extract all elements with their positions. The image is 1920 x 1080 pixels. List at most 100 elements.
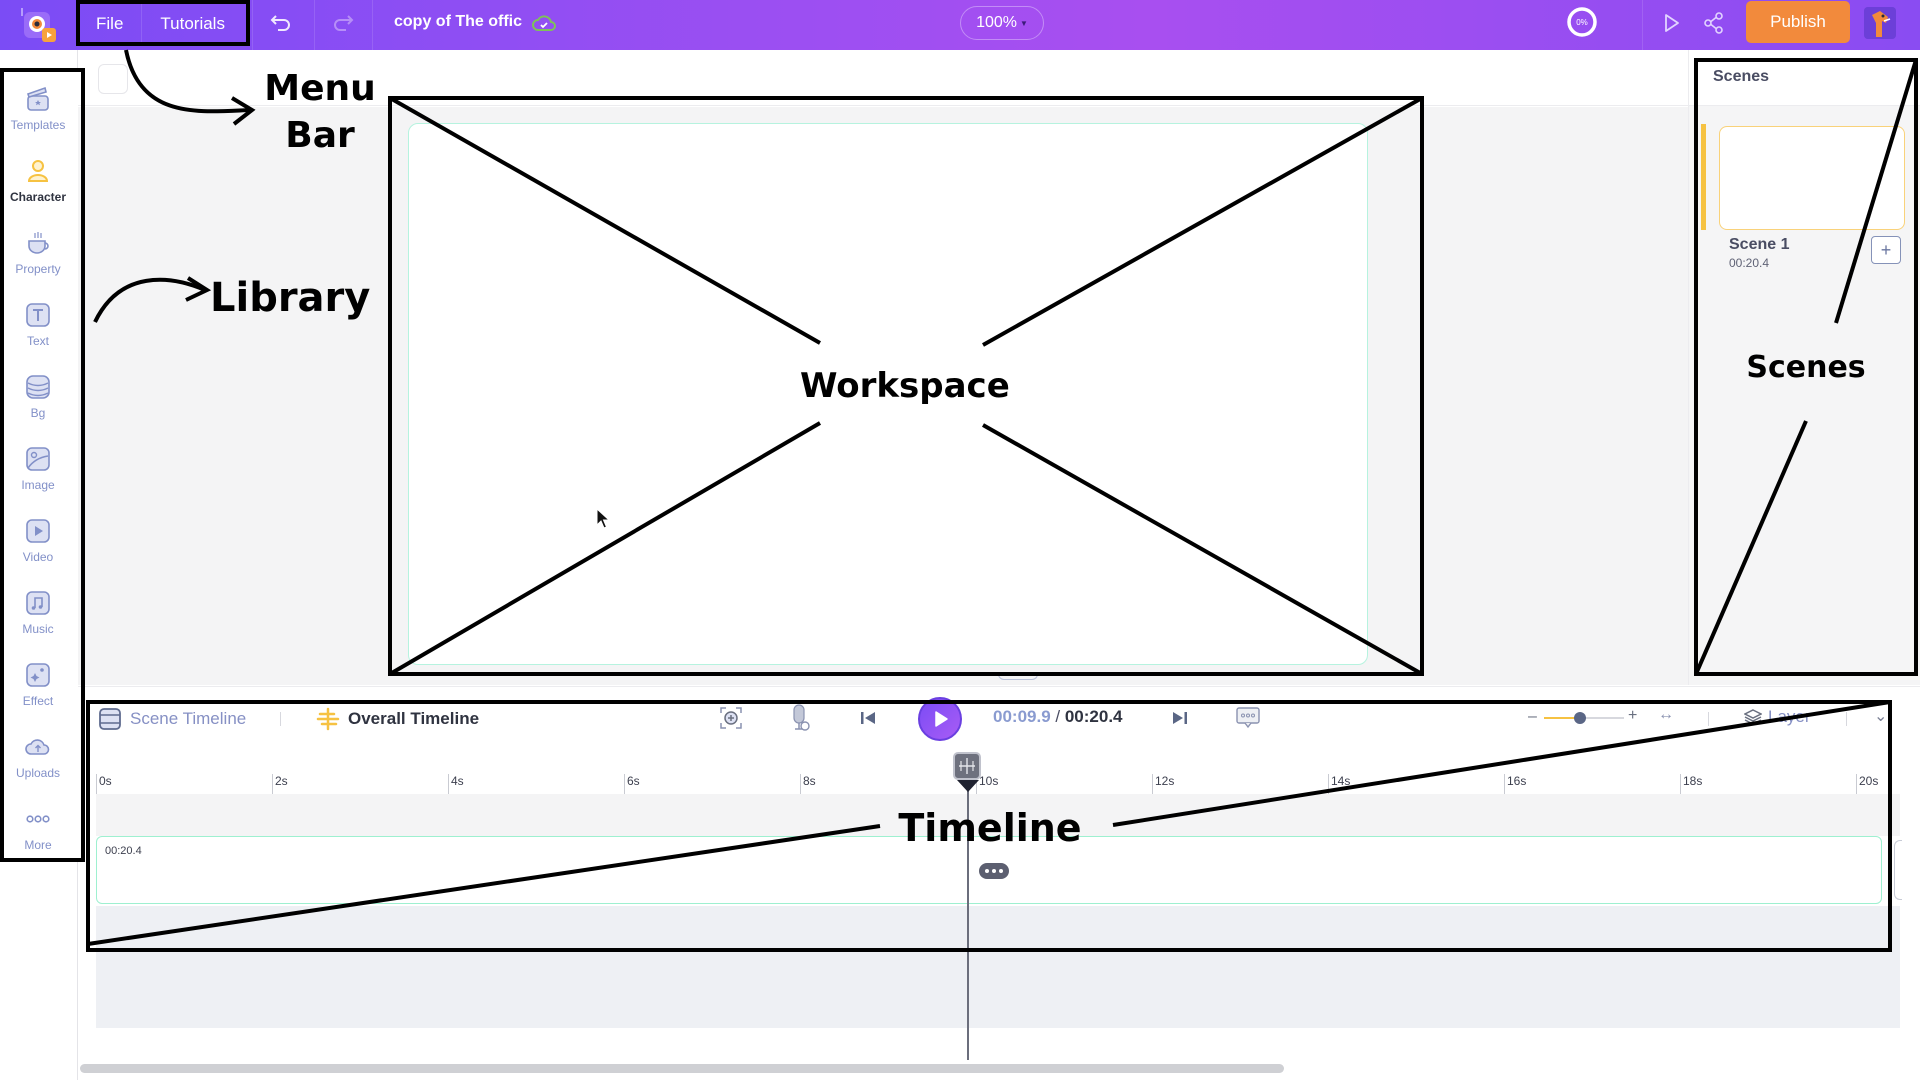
sidebar-label: Property [15, 262, 61, 276]
avatar[interactable] [1864, 7, 1896, 39]
time-readout: 00:09.9 / 00:20.4 [993, 707, 1123, 727]
track-duration: 00:20.4 [105, 845, 142, 857]
divider [314, 0, 315, 50]
divider [372, 0, 373, 50]
ruler-tick: 0s [96, 774, 112, 794]
ruler-tick: 16s [1504, 774, 1526, 794]
horizontal-scrollbar[interactable] [80, 1064, 1284, 1073]
zoom-in-icon[interactable]: + [1628, 707, 1637, 725]
video-icon [26, 519, 50, 543]
zoom-level-dropdown[interactable]: 100% ▼ [960, 6, 1044, 40]
ruler-tick: 6s [624, 774, 640, 794]
ruler-tick: 2s [272, 774, 288, 794]
tab-label: Overall Timeline [348, 709, 480, 728]
select-checkbox[interactable] [98, 64, 128, 94]
play-preview-icon[interactable] [1660, 12, 1682, 34]
sidebar-item-effect[interactable]: Effect [4, 654, 72, 722]
menu-file[interactable]: File [78, 2, 141, 46]
scene-thumbnail[interactable] [1719, 126, 1905, 230]
playhead-handle[interactable] [953, 752, 982, 780]
subtitle-icon[interactable] [1234, 704, 1262, 732]
ruler-tick: 12s [1152, 774, 1174, 794]
chevron-down-icon[interactable]: ⌄ [1874, 706, 1887, 726]
track-options-icon[interactable] [979, 863, 1010, 879]
sidebar-item-property[interactable]: Property [4, 222, 72, 290]
time-separator: / [1050, 707, 1065, 726]
sidebar-item-text[interactable]: Text [4, 294, 72, 362]
text-icon [26, 303, 50, 327]
sidebar-item-uploads[interactable]: Uploads [4, 726, 72, 794]
scene-name[interactable]: Scene 1 [1729, 236, 1789, 254]
sidebar-label: Uploads [15, 766, 61, 780]
ruler-tick: 20s [1856, 774, 1878, 794]
ruler-tick: 4s [448, 774, 464, 794]
ruler-tick: 8s [800, 774, 816, 794]
sidebar-item-more[interactable]: More [4, 798, 72, 866]
add-scene-button[interactable]: + [1871, 236, 1901, 264]
progress-ring: 0% [1566, 6, 1598, 38]
sidebar-item-character[interactable]: Character [4, 150, 72, 218]
timeline-zoom-slider[interactable]: – + [1528, 707, 1638, 728]
sidebar-label: Character [9, 190, 67, 204]
tab-overall-timeline[interactable]: Overall Timeline [316, 707, 479, 731]
menu-tutorials[interactable]: Tutorials [141, 2, 243, 46]
skip-forward-icon[interactable] [1166, 704, 1194, 732]
zoom-fit-icon[interactable] [717, 704, 745, 732]
sidebar-label: Text [26, 334, 49, 348]
timeline-ruler[interactable]: 0s 2s 4s 6s 8s 10s 12s 14s 16s 18s 20s [96, 774, 1878, 794]
tab-label: Scene Timeline [130, 709, 247, 728]
annotation-workspace: Workspace [800, 366, 1010, 406]
layer-label: Layer [1768, 707, 1811, 726]
timeline-empty-area [96, 906, 1900, 1028]
divider [1642, 0, 1643, 50]
sidebar-item-video[interactable]: Video [4, 510, 72, 578]
sidebar-item-image[interactable]: Image [4, 438, 72, 506]
scene-timeline-icon [99, 708, 121, 730]
redo-icon[interactable] [332, 12, 358, 36]
slider-knob[interactable] [1574, 712, 1586, 724]
tab-scene-timeline[interactable]: Scene Timeline [98, 707, 246, 731]
divider [1846, 712, 1847, 726]
total-time: 00:20.4 [1064, 707, 1123, 726]
sidebar-label: Bg [30, 406, 46, 420]
layer-button[interactable]: Layer [1744, 707, 1811, 727]
divider [280, 712, 281, 726]
sidebar-label: Image [21, 478, 55, 492]
zoom-out-icon[interactable]: – [1528, 708, 1537, 726]
person-icon [27, 160, 49, 182]
scenes-header: Scenes [1689, 50, 1920, 106]
publish-button[interactable]: Publish [1746, 1, 1850, 43]
clapperboard-icon [26, 86, 49, 111]
annotation-scenes: Scenes [1746, 350, 1866, 385]
ruler-tick: 14s [1328, 774, 1350, 794]
fit-width-icon[interactable]: ↔ [1658, 706, 1674, 724]
canvas-resize-handle[interactable] [998, 672, 1038, 680]
sidebar-label: Music [22, 622, 54, 636]
sidebar-label: Templates [10, 118, 66, 132]
animaker-logo-icon[interactable] [18, 6, 58, 44]
cup-icon [28, 232, 49, 254]
cloud-saved-icon [532, 12, 556, 34]
sidebar-item-templates[interactable]: Templates [4, 78, 72, 146]
sidebar-item-bg[interactable]: Bg [4, 366, 72, 434]
image-icon [26, 447, 50, 471]
layers-icon [1744, 709, 1762, 725]
sidebar-item-music[interactable]: Music [4, 582, 72, 650]
zoom-level-value: 100% [976, 14, 1017, 31]
voice-record-icon[interactable] [786, 704, 814, 732]
playhead-marker [957, 780, 980, 792]
play-button[interactable] [918, 697, 962, 741]
ruler-tick: 18s [1680, 774, 1702, 794]
top-menu-bar: File Tutorials copy of The offic 100% ▼ … [0, 0, 1920, 50]
current-time: 00:09.9 [993, 707, 1051, 726]
music-icon [26, 591, 50, 615]
sidebar-label: More [24, 838, 52, 852]
sidebar-label: Video [22, 550, 54, 564]
undo-icon[interactable] [270, 12, 296, 36]
skip-back-icon[interactable] [854, 704, 882, 732]
track-scroll-handle[interactable] [1894, 840, 1902, 900]
chevron-down-icon: ▼ [1020, 18, 1028, 28]
share-icon[interactable] [1702, 11, 1726, 35]
document-title[interactable]: copy of The offic [394, 13, 522, 31]
scene-selected-indicator [1701, 124, 1706, 230]
